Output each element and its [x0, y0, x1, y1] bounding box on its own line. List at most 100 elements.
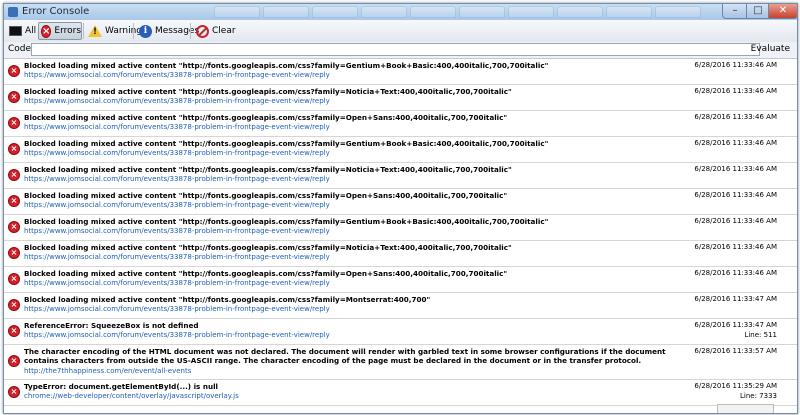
maximize-button[interactable]: □: [746, 4, 770, 19]
title-bar[interactable]: Error Console – □ ✕: [4, 4, 797, 20]
entry-source-link[interactable]: https://www.jomsocial.com/forum/events/3…: [24, 97, 330, 106]
console-entry[interactable]: × Blocked loading mixed active content "…: [4, 137, 797, 163]
toolbar-separator: [190, 23, 191, 39]
console-entry[interactable]: × Blocked loading mixed active content "…: [4, 293, 797, 319]
console-entry[interactable]: × Blocked loading mixed active content "…: [4, 241, 797, 267]
entry-timestamp: 6/28/2016 11:33:46 AM: [694, 139, 777, 147]
entry-line-number: Line: 7333: [740, 392, 777, 400]
toolbar-separator: [133, 23, 134, 39]
error-icon: ×: [8, 169, 20, 181]
maximize-icon: □: [753, 5, 763, 16]
entry-timestamp: 6/28/2016 11:33:57 AM: [694, 347, 777, 355]
entry-source-link[interactable]: https://www.jomsocial.com/forum/events/3…: [24, 71, 330, 80]
clear-icon: [196, 24, 209, 38]
evaluate-button[interactable]: Evaluate: [748, 43, 793, 56]
entry-timestamp: 6/28/2016 11:33:46 AM: [694, 217, 777, 225]
entry-timestamp: 6/28/2016 11:35:29 AM: [694, 382, 777, 390]
background-tab: [263, 6, 309, 18]
minimize-icon: –: [732, 5, 738, 16]
console-entry[interactable]: × TypeError: document.getElementById(...…: [4, 380, 797, 406]
console-entry[interactable]: × Blocked loading mixed active content "…: [4, 59, 797, 85]
background-tab: [508, 6, 554, 18]
minimize-button[interactable]: –: [722, 4, 748, 19]
entry-timestamp: 6/28/2016 11:33:46 AM: [694, 191, 777, 199]
entry-timestamp: 6/28/2016 11:33:46 AM: [694, 165, 777, 173]
entry-message: Blocked loading mixed active content "ht…: [24, 165, 512, 174]
errors-button[interactable]: × Errors: [38, 22, 82, 40]
console-entry[interactable]: × Blocked loading mixed active content "…: [4, 189, 797, 215]
entry-source-link[interactable]: chrome://web-developer/content/overlay/j…: [24, 392, 239, 401]
error-console-window: Error Console – □ ✕ All × Errors ! Warni…: [3, 3, 798, 414]
entry-source-link[interactable]: https://www.jomsocial.com/forum/events/3…: [24, 149, 330, 158]
entry-source-link[interactable]: https://www.jomsocial.com/forum/events/3…: [24, 201, 330, 210]
entry-message: Blocked loading mixed active content "ht…: [24, 113, 508, 122]
resize-grip[interactable]: [717, 404, 774, 413]
clear-button[interactable]: Clear: [194, 22, 238, 40]
all-button[interactable]: All: [7, 22, 38, 40]
close-button[interactable]: ✕: [768, 4, 797, 19]
background-tab: [606, 6, 652, 18]
entry-message: Blocked loading mixed active content "ht…: [24, 191, 508, 200]
entry-source-link[interactable]: https://www.jomsocial.com/forum/events/3…: [24, 331, 330, 340]
entry-timestamp: 6/28/2016 11:33:46 AM: [694, 269, 777, 277]
error-icon: ×: [8, 117, 20, 129]
entry-source-link[interactable]: http://the7thhappiness.com/en/event/all-…: [24, 367, 191, 376]
entry-message: Blocked loading mixed active content "ht…: [24, 61, 549, 70]
error-icon: ×: [8, 325, 20, 337]
console-entry[interactable]: × ReferenceError: SqueezeBox is not defi…: [4, 319, 797, 345]
all-label: All: [25, 26, 37, 36]
console-toolbar: All × Errors Warnings i Messages Clear: [4, 20, 797, 43]
messages-label: Messages: [155, 26, 200, 36]
code-input[interactable]: [31, 43, 760, 56]
console-entry[interactable]: × Blocked loading mixed active content "…: [4, 215, 797, 241]
errors-label: Errors: [54, 26, 82, 36]
error-icon: ×: [8, 247, 20, 259]
entry-timestamp: 6/28/2016 11:33:47 AM: [694, 321, 777, 329]
entry-message: Blocked loading mixed active content "ht…: [24, 243, 512, 252]
error-icon: ×: [41, 24, 52, 38]
close-icon: ✕: [778, 5, 788, 16]
entry-message: Blocked loading mixed active content "ht…: [24, 87, 512, 96]
all-icon: [9, 26, 22, 36]
error-icon: ×: [8, 299, 20, 311]
console-entry[interactable]: × Blocked loading mixed active content "…: [4, 85, 797, 111]
background-tab: [312, 6, 358, 18]
entry-source-link[interactable]: https://www.jomsocial.com/forum/events/3…: [24, 123, 330, 132]
entry-timestamp: 6/28/2016 11:33:46 AM: [694, 113, 777, 121]
entry-source-link[interactable]: https://www.jomsocial.com/forum/events/3…: [24, 175, 330, 184]
error-icon: ×: [8, 195, 20, 207]
background-tab: [214, 6, 260, 18]
messages-button[interactable]: i Messages: [137, 22, 201, 40]
error-icon: ×: [8, 91, 20, 103]
console-entry[interactable]: × Blocked loading mixed active content "…: [4, 111, 797, 137]
console-entry[interactable]: × The character encoding of the HTML doc…: [4, 345, 797, 380]
entry-message: Blocked loading mixed active content "ht…: [24, 295, 431, 304]
error-icon: ×: [8, 221, 20, 233]
toolbar-separator: [83, 23, 84, 39]
entry-source-link[interactable]: https://www.jomsocial.com/forum/events/3…: [24, 227, 330, 236]
warning-icon: [88, 25, 102, 37]
entry-message: TypeError: document.getElementById(...) …: [24, 382, 218, 391]
code-bar: Code: Evaluate: [4, 42, 797, 59]
background-tabs: [214, 6, 701, 18]
info-icon: i: [139, 24, 152, 38]
entry-line-number: Line: 511: [744, 331, 777, 339]
console-message-list: × Blocked loading mixed active content "…: [4, 59, 797, 413]
error-icon: ×: [8, 355, 20, 367]
app-icon: [8, 7, 18, 17]
console-entry[interactable]: × Blocked loading mixed active content "…: [4, 163, 797, 189]
entry-timestamp: 6/28/2016 11:33:46 AM: [694, 243, 777, 251]
error-icon: ×: [8, 143, 20, 155]
error-icon: ×: [8, 386, 20, 398]
entry-timestamp: 6/28/2016 11:33:47 AM: [694, 295, 777, 303]
entry-message: Blocked loading mixed active content "ht…: [24, 217, 549, 226]
entry-timestamp: 6/28/2016 11:33:46 AM: [694, 61, 777, 69]
entry-message: The character encoding of the HTML docum…: [24, 347, 666, 365]
entry-source-link[interactable]: https://www.jomsocial.com/forum/events/3…: [24, 279, 330, 288]
background-tab: [459, 6, 505, 18]
entry-message: ReferenceError: SqueezeBox is not define…: [24, 321, 199, 330]
entry-source-link[interactable]: https://www.jomsocial.com/forum/events/3…: [24, 253, 330, 262]
entry-source-link[interactable]: https://www.jomsocial.com/forum/events/3…: [24, 305, 330, 314]
console-entry[interactable]: × Blocked loading mixed active content "…: [4, 267, 797, 293]
background-tab: [557, 6, 603, 18]
